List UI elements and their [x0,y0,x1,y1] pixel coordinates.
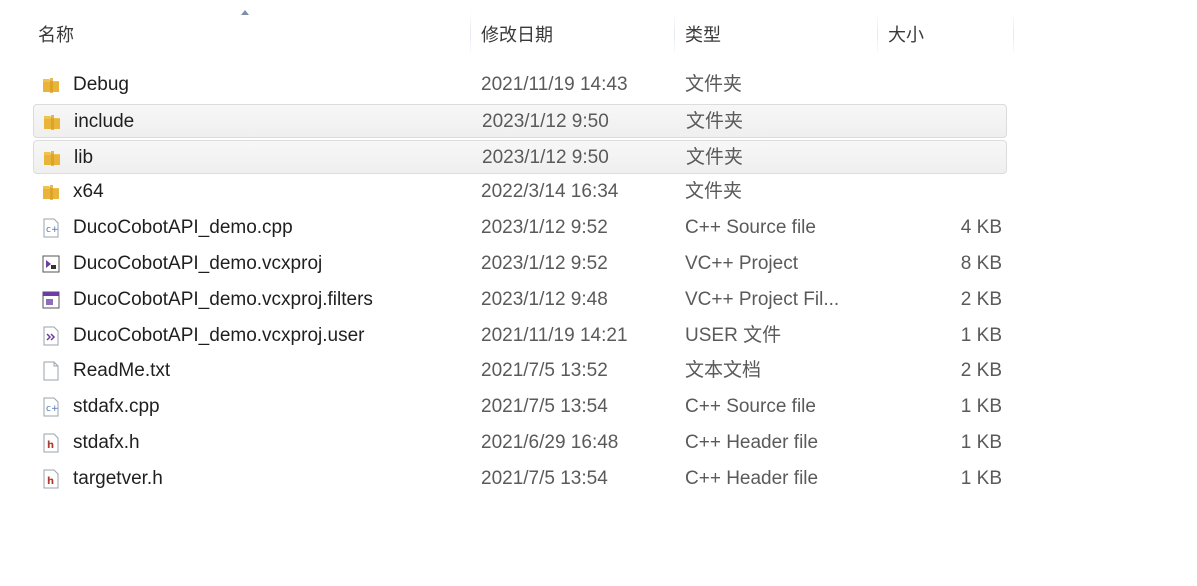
file-modified-date: 2023/1/12 9:50 [482,110,609,132]
column-header-size[interactable]: 大小 [888,10,924,60]
file-name: Debug [73,74,129,95]
folder-icon [42,112,62,132]
column-header-date[interactable]: 修改日期 [481,10,553,60]
filters-file-icon [41,290,61,310]
file-size: 8 KB [960,253,1002,274]
svg-text:h: h [47,476,54,487]
file-modified-date: 2021/6/29 16:48 [481,432,619,453]
column-header-name[interactable]: 名称 [38,10,74,60]
file-type: 文件夹 [686,110,744,132]
svg-text:c+: c+ [46,225,59,235]
file-row[interactable]: DucoCobotAPI_demo.vcxproj 2023/1/12 9:52 V… [33,247,1007,281]
file-size: 1 KB [960,467,1002,489]
sort-ascending-icon [241,10,249,15]
file-name: lib [74,146,94,168]
cpp-file-icon: c+ [41,397,61,417]
file-size: 1 KB [960,324,1002,346]
column-header-type[interactable]: 类型 [685,10,721,60]
column-divider[interactable] [1013,12,1014,56]
file-name: stdafx.cpp [73,396,160,418]
file-name: DucoCobotAPI_demo.vcxproj.user [73,324,365,346]
folder-icon [41,182,61,202]
file-row[interactable]: DucoCobotAPI_demo.vcxproj.filters 2023/1/… [33,283,1007,317]
cpp-file-icon: c+ [41,218,61,238]
file-row[interactable]: ReadMe.txt 2021/7/5 13:52 文本文档 2 KB [33,354,1007,388]
file-type: 文件夹 [686,146,744,168]
file-row[interactable]: DucoCobotAPI_demo.vcxproj.user 2021/11/19… [33,319,1007,353]
svg-text:c+: c+ [46,404,59,414]
file-size: 1 KB [960,396,1002,418]
folder-icon [41,75,61,95]
folder-row[interactable]: lib 2023/1/12 9:50 文件夹 [33,139,1007,174]
file-modified-date: 2023/1/12 9:48 [481,288,608,310]
file-modified-date: 2021/7/5 13:52 [481,360,608,382]
user-file-icon [41,326,61,346]
file-modified-date: 2021/11/19 14:43 [481,74,628,95]
file-modified-date: 2023/1/12 9:50 [482,146,609,168]
file-type: C++ Header file [685,432,819,453]
file-name: stdafx.h [73,432,140,453]
column-divider[interactable] [674,12,675,56]
file-row[interactable]: h targetver.h 2021/7/5 13:54 C++ Header fil… [33,462,1007,496]
file-type: 文本文档 [685,360,762,382]
folder-icon [42,148,62,168]
file-size: 2 KB [960,360,1002,382]
text-file-icon [41,361,61,381]
column-divider[interactable] [877,12,878,56]
file-size: 4 KB [960,217,1002,239]
file-name: x64 [73,181,104,203]
svg-text:h: h [47,440,54,451]
file-modified-date: 2021/11/19 14:21 [481,324,628,346]
file-type: 文件夹 [685,181,743,203]
file-modified-date: 2021/7/5 13:54 [481,396,608,418]
file-type: C++ Source file [685,396,816,418]
file-type: VC++ Project [685,253,798,274]
column-divider[interactable] [470,12,471,56]
file-modified-date: 2021/7/5 13:54 [481,467,608,489]
file-size: 1 KB [960,432,1002,453]
vcxproj-file-icon [41,254,61,274]
file-type: C++ Header file [685,467,819,489]
file-name: targetver.h [73,467,163,489]
file-size: 2 KB [960,288,1002,310]
folder-row[interactable]: x64 2022/3/14 16:34 文件夹 [33,175,1007,209]
folder-row[interactable]: Debug 2021/11/19 14:43 文件夹 [33,68,1007,102]
file-modified-date: 2023/1/12 9:52 [481,253,608,274]
file-type: C++ Source file [685,217,816,239]
file-row[interactable]: h stdafx.h 2021/6/29 16:48 C++ Header file 1… [33,426,1007,460]
file-name: DucoCobotAPI_demo.vcxproj.filters [73,288,373,310]
file-type: VC++ Project Fil... [685,288,840,310]
file-name: DucoCobotAPI_demo.cpp [73,217,293,239]
header-file-icon: h [41,469,61,489]
file-modified-date: 2022/3/14 16:34 [481,181,619,203]
file-modified-date: 2023/1/12 9:52 [481,217,608,239]
file-name: DucoCobotAPI_demo.vcxproj [73,253,323,274]
header-file-icon: h [41,433,61,453]
column-header-bar: 名称 修改日期 类型 大小 [0,10,1197,60]
file-name: ReadMe.txt [73,360,171,382]
file-name: include [74,110,135,132]
file-row[interactable]: c+ stdafx.cpp 2021/7/5 13:54 C++ Source fil… [33,390,1007,424]
file-row[interactable]: c+ DucoCobotAPI_demo.cpp 2023/1/12 9:52 C++… [33,211,1007,245]
file-type: 文件夹 [685,74,743,95]
file-type: USER 文件 [685,324,782,346]
folder-row[interactable]: include 2023/1/12 9:50 文件夹 [33,103,1007,138]
